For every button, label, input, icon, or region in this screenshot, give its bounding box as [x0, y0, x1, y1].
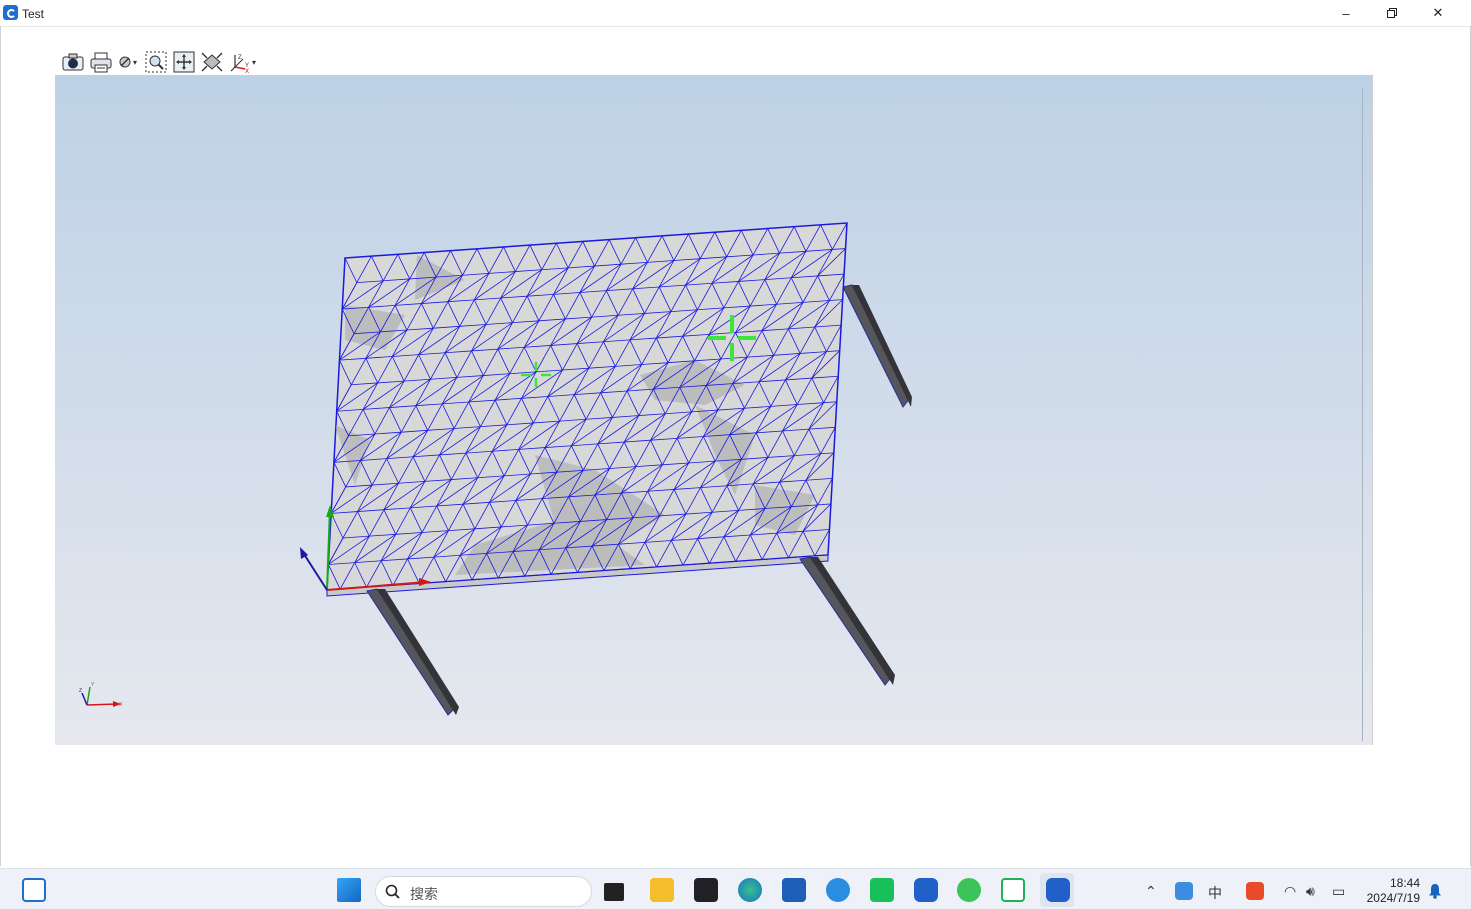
- clock-time: 18:44: [1389, 876, 1420, 890]
- file-explorer-icon[interactable]: [650, 878, 674, 902]
- viewer-toolbar: ▾ ZYX ▾: [60, 49, 260, 75]
- search-icon: [385, 884, 400, 899]
- view-axis-icon[interactable]: ZYX: [227, 49, 253, 75]
- table-leg-back-right: [842, 284, 912, 408]
- camera-icon[interactable]: [60, 49, 86, 75]
- clock[interactable]: 18:44 2024/7/19: [1367, 876, 1420, 906]
- zoom-window-icon[interactable]: [143, 49, 169, 75]
- triad-y-label: Y: [91, 682, 95, 688]
- z-axis-arrow: [301, 550, 328, 591]
- table-model: X Y Z: [79, 222, 912, 716]
- wechat-icon[interactable]: [957, 878, 981, 902]
- triad-x-label: X: [119, 702, 123, 708]
- notification-bell-icon[interactable]: [1428, 883, 1442, 899]
- triad-z-label: Z: [79, 688, 82, 694]
- store-icon[interactable]: [782, 878, 806, 902]
- 3d-viewport[interactable]: X Y Z: [55, 75, 1373, 745]
- remote-desktop-icon[interactable]: [1001, 878, 1025, 902]
- fit-all-icon[interactable]: [199, 49, 225, 75]
- search-placeholder: 搜索: [410, 886, 438, 902]
- svg-text:X: X: [245, 69, 249, 73]
- display-mode-icon[interactable]: [116, 49, 134, 75]
- window-title: Test: [22, 7, 45, 21]
- green-app-icon[interactable]: [870, 878, 894, 902]
- search-input[interactable]: [375, 876, 592, 907]
- table-leg-front-left-side: [377, 589, 459, 715]
- table-leg-front-right-side: [810, 557, 895, 685]
- widgets-icon[interactable]: [22, 878, 46, 902]
- title-bar: Test – ✕: [0, 0, 1471, 27]
- clock-date: 2024/7/19: [1366, 891, 1420, 905]
- ie-browser-icon[interactable]: [826, 878, 850, 902]
- battery-icon[interactable]: ▭: [1332, 883, 1345, 900]
- active-test-app-icon[interactable]: [1046, 878, 1070, 902]
- chevron-up-icon[interactable]: ⌃: [1145, 883, 1157, 900]
- sogou-ime-icon[interactable]: [1246, 882, 1264, 900]
- print-icon[interactable]: [88, 49, 114, 75]
- chevron-down-icon[interactable]: ▾: [133, 58, 141, 67]
- task-view-icon[interactable]: [604, 883, 624, 901]
- wifi-icon[interactable]: ◠: [1284, 883, 1296, 900]
- edge-browser-icon[interactable]: [738, 878, 762, 902]
- start-icon[interactable]: [337, 878, 361, 902]
- table-leg-front-right: [799, 556, 894, 686]
- volume-icon[interactable]: 🔊︎: [1306, 883, 1315, 900]
- ime-indicator[interactable]: 中: [1208, 883, 1222, 903]
- restore-button[interactable]: [1369, 0, 1415, 26]
- app-dark-icon[interactable]: [694, 878, 718, 902]
- chevron-down-icon[interactable]: ▾: [252, 58, 260, 67]
- app-icon: [3, 5, 18, 20]
- view-triad: X Y Z: [79, 682, 123, 708]
- close-button[interactable]: ✕: [1415, 0, 1461, 26]
- table-leg-front-left: [366, 588, 457, 716]
- test-app-icon[interactable]: [914, 878, 938, 902]
- pan-icon[interactable]: [171, 49, 197, 75]
- tray-app-icon[interactable]: [1175, 882, 1193, 900]
- svg-text:Z: Z: [238, 55, 242, 61]
- minimize-button[interactable]: –: [1323, 0, 1369, 26]
- table-leg-back-right-side: [852, 285, 912, 407]
